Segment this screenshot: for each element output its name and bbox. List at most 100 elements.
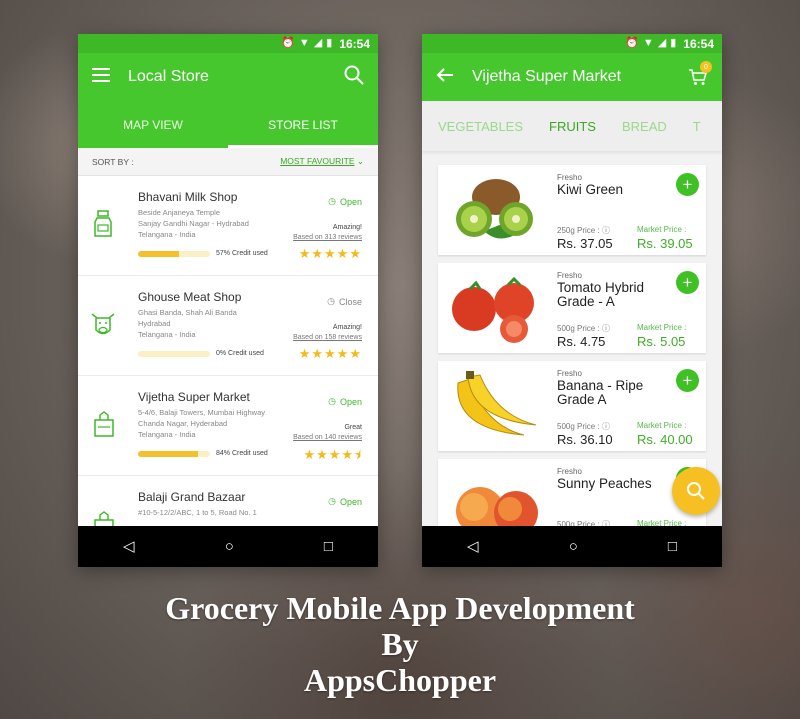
tab-fruits[interactable]: FRUITS xyxy=(549,119,596,134)
product-name: Tomato Hybrid Grade - A xyxy=(557,280,645,309)
info-icon[interactable]: ⓘ xyxy=(602,422,610,431)
signal-icon: ◢ xyxy=(657,37,667,49)
status-time: 16:54 xyxy=(683,36,714,51)
search-icon[interactable] xyxy=(344,65,364,90)
clock-icon: ◷ xyxy=(328,196,336,206)
address-line: Chanda Nagar, Hyderabad xyxy=(138,419,228,428)
tab-store-list[interactable]: STORE LIST xyxy=(228,101,378,148)
status-text: Close xyxy=(338,296,362,307)
tab-next[interactable]: T xyxy=(693,119,701,134)
app-bar: Local Store xyxy=(78,53,378,101)
rating-word: Amazing! xyxy=(332,224,362,231)
product-card[interactable]: Fresho Kiwi Green + 250g Price : ⓘ Marke… xyxy=(438,165,706,255)
sort-value: MOST FAVOURITE xyxy=(280,156,355,166)
sort-dropdown[interactable]: MOST FAVOURITE ⌄ xyxy=(280,156,364,167)
tab-vegetables[interactable]: VEGETABLES xyxy=(438,119,523,134)
category-tabs: VEGETABLES FRUITS BREAD T xyxy=(422,101,722,151)
store-item[interactable]: Bhavani Milk Shop Beside Anjaneya Temple… xyxy=(78,176,378,276)
battery-icon: ▮ xyxy=(670,37,677,49)
address-line: Beside Anjaneya Temple xyxy=(138,208,221,217)
phone-screen-store-list: ⏰ ▼ ◢ ▮ 16:54 Local Store MAP VIEW STORE… xyxy=(78,34,378,567)
add-to-cart-button[interactable]: + xyxy=(676,271,699,294)
clock-icon: ◷ xyxy=(328,496,336,506)
view-tabs: MAP VIEW STORE LIST xyxy=(78,101,378,148)
credit-text: 84% Credit used xyxy=(216,450,268,457)
signal-icon: ◢ xyxy=(313,37,323,49)
android-nav-bar: ◁ ○ □ xyxy=(78,526,378,567)
kiwi-image xyxy=(456,179,533,239)
cart-count-badge: 0 xyxy=(700,61,712,73)
menu-icon[interactable] xyxy=(92,67,110,87)
product-card[interactable]: Fresho Banana - Ripe Grade A + 500g Pric… xyxy=(438,361,706,451)
store-item[interactable]: Ghouse Meat Shop Ghasi Banda, Shah Ali B… xyxy=(78,276,378,376)
product-name: Kiwi Green xyxy=(557,182,624,197)
store-list: Bhavani Milk Shop Beside Anjaneya Temple… xyxy=(78,176,378,567)
product-brand: Fresho xyxy=(557,271,582,280)
milk-bottle-icon xyxy=(94,210,112,237)
app-title: Local Store xyxy=(128,68,209,85)
alarm-icon: ⏰ xyxy=(625,37,639,49)
market-price: Rs. 40.00 xyxy=(637,432,693,447)
info-icon[interactable]: ⓘ xyxy=(602,226,610,235)
product-brand: Fresho xyxy=(557,467,582,476)
price-label: 250g Price : ⓘ xyxy=(557,225,610,236)
market-price-label: Market Price : xyxy=(637,323,687,332)
product-card[interactable]: Fresho Tomato Hybrid Grade - A + 500g Pr… xyxy=(438,263,706,353)
reviews-link[interactable]: Based on 140 reviews xyxy=(293,434,362,441)
battery-icon: ▮ xyxy=(326,37,333,49)
rating-word: Amazing! xyxy=(332,324,362,331)
status-bar: ⏰ ▼ ◢ ▮ 16:54 xyxy=(422,34,722,53)
price-label-text: 250g Price : xyxy=(557,226,600,235)
cow-icon xyxy=(91,313,115,335)
price-label: 500g Price : ⓘ xyxy=(557,421,610,432)
status-text: Open xyxy=(339,396,362,407)
recents-nav-icon[interactable]: □ xyxy=(668,539,677,554)
back-arrow-icon[interactable] xyxy=(436,67,454,88)
reviews-link[interactable]: Based on 313 reviews xyxy=(293,234,362,241)
store-item[interactable]: Vijetha Super Market 5-4/6, Balaji Tower… xyxy=(78,376,378,476)
add-to-cart-button[interactable]: + xyxy=(676,369,699,392)
address-line: Hydrabad xyxy=(138,319,171,328)
android-nav-bar: ◁ ○ □ xyxy=(422,526,722,567)
credit-usage: 57% Credit used xyxy=(138,250,268,257)
address-line: Ghasi Banda, Shah Ali Banda xyxy=(138,308,237,317)
star-rating: ★★★★★ xyxy=(298,246,362,261)
store-status: ◷ Open xyxy=(328,496,362,507)
phone-screen-products: ⏰ ▼ ◢ ▮ 16:54 Vijetha Super Market 0 VEG… xyxy=(422,34,722,567)
price-label: 500g Price : ⓘ xyxy=(557,323,610,334)
info-icon[interactable]: ⓘ xyxy=(602,324,610,333)
credit-bar xyxy=(138,250,210,257)
tab-map-view[interactable]: MAP VIEW xyxy=(78,101,228,148)
search-fab[interactable] xyxy=(672,467,720,515)
recents-nav-icon[interactable]: □ xyxy=(324,539,333,554)
tab-bread[interactable]: BREAD xyxy=(622,119,667,134)
sort-bar: SORT BY : MOST FAVOURITE ⌄ xyxy=(78,148,378,176)
credit-usage: 84% Credit used xyxy=(138,450,268,457)
home-nav-icon[interactable]: ○ xyxy=(569,539,578,554)
banana-image xyxy=(457,371,537,436)
address-line: 5-4/6, Balaji Towers, Mumbai Highway xyxy=(138,408,265,417)
status-bar: ⏰ ▼ ◢ ▮ 16:54 xyxy=(78,34,378,53)
add-to-cart-button[interactable]: + xyxy=(676,173,699,196)
star-rating: ★★★★★ xyxy=(298,346,362,361)
address-line: Sanjay Gandhi Nagar - Hydrabad xyxy=(138,219,249,228)
back-nav-icon[interactable]: ◁ xyxy=(123,539,135,554)
cart-button[interactable]: 0 xyxy=(688,61,712,87)
status-text: Open xyxy=(339,496,362,507)
rating-word: Great xyxy=(344,424,362,431)
alarm-icon: ⏰ xyxy=(281,37,295,49)
market-price-label: Market Price : xyxy=(637,225,687,234)
product-name: Sunny Peaches xyxy=(557,476,652,491)
product-price: Rs. 36.10 xyxy=(557,432,613,447)
back-nav-icon[interactable]: ◁ xyxy=(467,539,479,554)
star-rating: ★★★★⯨ xyxy=(303,447,362,462)
search-icon xyxy=(687,482,705,500)
caption-line: By xyxy=(381,626,419,662)
caption-line: Grocery Mobile App Development xyxy=(165,590,635,626)
store-address: #10-5-12/2/ABC, 1 to 5, Road No. 1 xyxy=(138,507,364,518)
reviews-link[interactable]: Based on 158 reviews xyxy=(293,334,362,341)
grocery-bag-icon xyxy=(94,411,114,437)
address-line: #10-5-12/2/ABC, 1 to 5, Road No. 1 xyxy=(138,508,257,517)
product-name: Banana - Ripe Grade A xyxy=(557,378,644,407)
home-nav-icon[interactable]: ○ xyxy=(225,539,234,554)
